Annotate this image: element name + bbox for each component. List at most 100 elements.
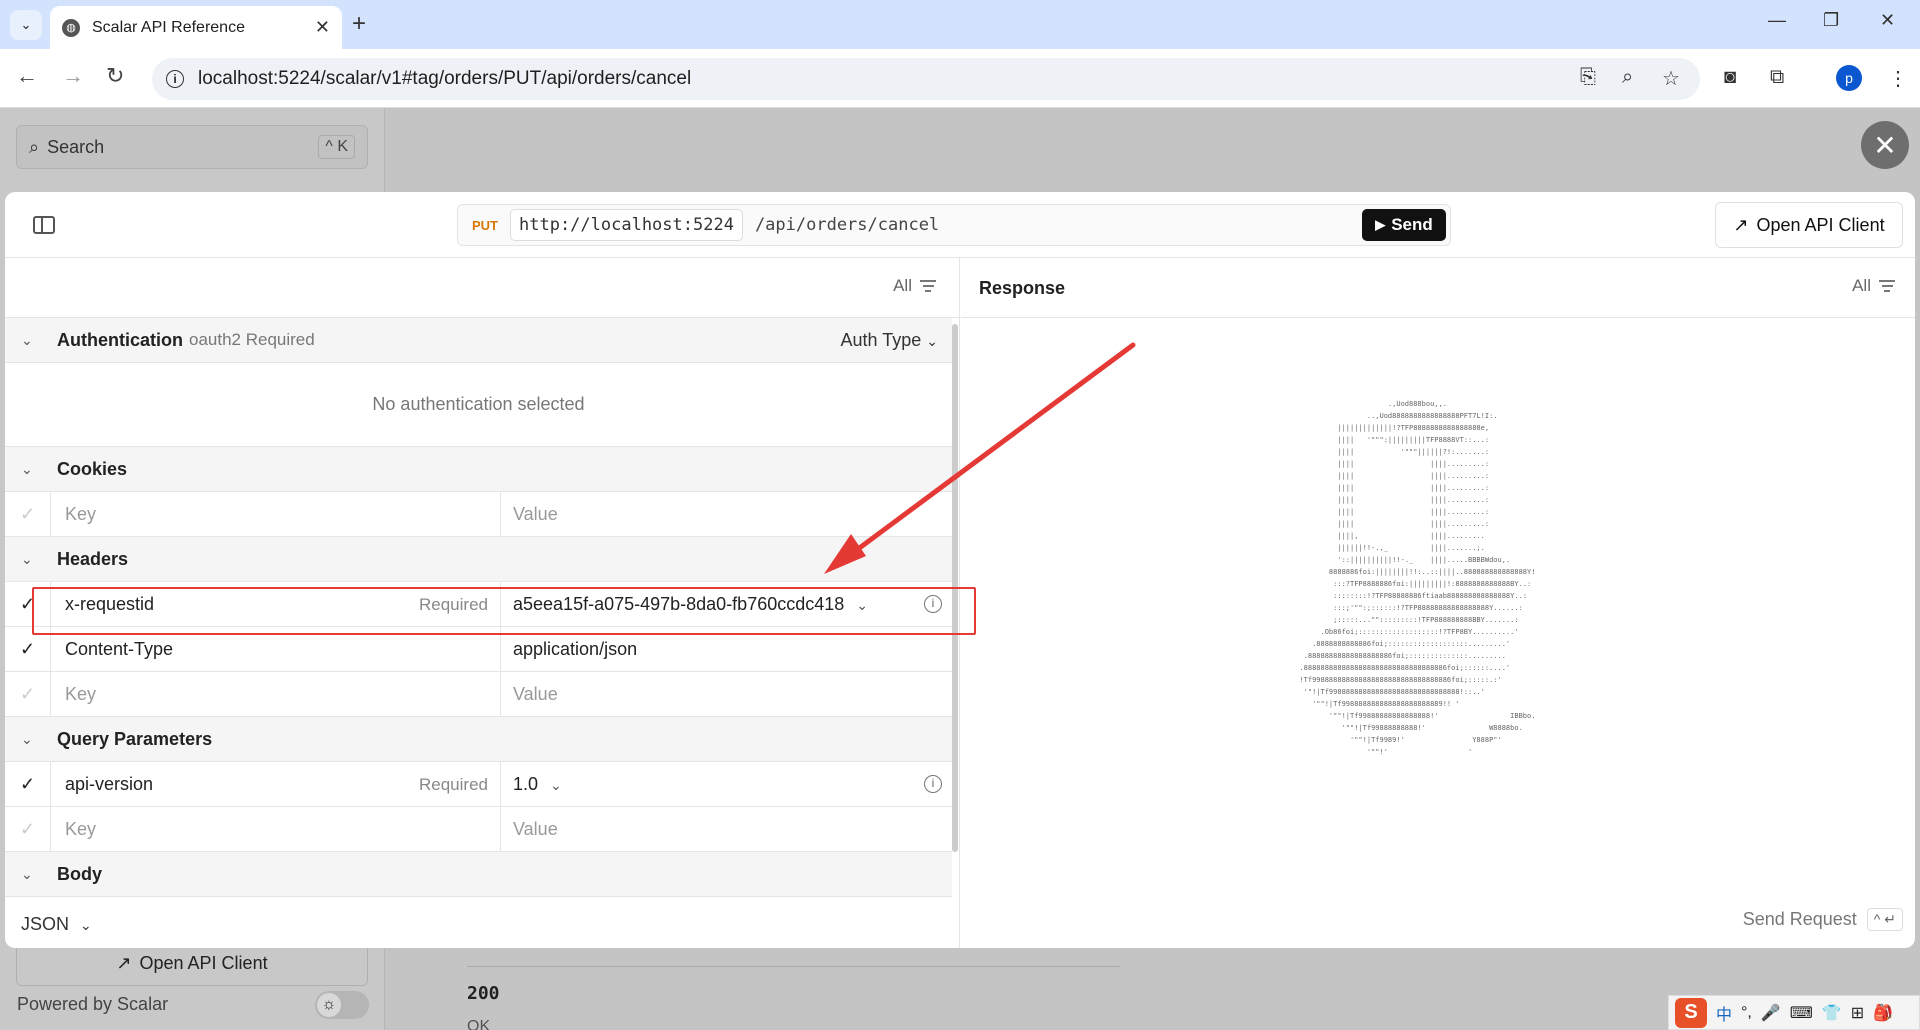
check-icon[interactable]: ✓ (5, 671, 51, 717)
request-path[interactable]: /api/orders/cancel (755, 215, 939, 235)
info-icon[interactable]: i (924, 774, 942, 793)
check-icon[interactable]: ✓ (5, 491, 51, 537)
window-close-icon[interactable]: ✕ (1880, 10, 1895, 31)
sidebar-search[interactable]: ⌕ Search ^ K (16, 125, 368, 169)
forward-icon[interactable]: → (62, 63, 84, 89)
site-info-icon[interactable]: i (166, 70, 184, 88)
body-format-select[interactable]: JSON ⌄ (21, 914, 92, 935)
search-icon: ⌕ (29, 136, 40, 157)
status-code: 200 (467, 983, 500, 1004)
section-query-parameters[interactable]: ⌄ Query Parameters (5, 717, 952, 762)
ime-toolbar: S 中 °, 🎤 ⌨ 👕 ⊞ 🎒 (1668, 995, 1920, 1030)
powered-by[interactable]: Powered by Scalar (17, 994, 168, 1015)
chevron-down-icon: ⌄ (926, 332, 938, 349)
response-header: Response All (961, 258, 1915, 318)
filter-label: All (1852, 276, 1871, 295)
sogou-logo-icon[interactable]: S (1675, 997, 1707, 1028)
section-headers[interactable]: ⌄ Headers (5, 537, 952, 582)
search-shortcut: ^ K (318, 135, 355, 159)
extension-icon[interactable]: ◙ (1724, 66, 1736, 89)
send-button[interactable]: ▶ Send (1362, 209, 1446, 241)
ime-chinese-mode[interactable]: 中 (1716, 1001, 1732, 1025)
chevron-down-icon[interactable]: ⌄ (550, 777, 562, 793)
translate-icon[interactable]: ⎘ (1580, 66, 1596, 89)
header-row-empty: ✓ Key Value (5, 671, 952, 717)
query-key-text: api-version (65, 773, 154, 794)
play-icon: ▶ (1375, 217, 1386, 232)
header-value-input[interactable]: Value (501, 672, 952, 717)
sun-icon: ☼ (317, 993, 341, 1017)
chevron-down-icon: ⌄ (21, 865, 33, 882)
query-value-text: 1.0 (513, 773, 539, 794)
browser-tab[interactable]: ◍ Scalar API Reference ✕ (50, 6, 342, 49)
filter-icon (1879, 277, 1895, 295)
auth-type-dropdown[interactable]: Auth Type ⌄ (841, 330, 938, 351)
minimize-icon[interactable]: — (1768, 10, 1786, 31)
tab-search-menu-icon[interactable]: ⌄ (10, 10, 42, 40)
authentication-title: Authentication (57, 329, 183, 350)
chevron-down-icon: ⌄ (80, 917, 92, 933)
cookie-row-empty: ✓ Key Value (5, 491, 952, 537)
theme-toggle[interactable]: ☼ (315, 991, 369, 1019)
http-method[interactable]: PUT (472, 218, 498, 233)
divider (467, 966, 1120, 967)
body-title: Body (57, 863, 102, 884)
open-api-client-button[interactable]: ↗ Open API Client (1715, 202, 1903, 248)
cookie-key-input[interactable]: Key (51, 491, 501, 537)
header-key-input[interactable]: Key (51, 671, 501, 717)
no-auth-message: No authentication selected (5, 363, 952, 447)
sidebar-open-client-label: Open API Client (139, 952, 268, 973)
section-body[interactable]: ⌄ Body (5, 852, 952, 897)
sidebar-toggle-icon[interactable] (33, 216, 55, 234)
check-icon[interactable]: ✓ (5, 761, 51, 807)
microphone-icon[interactable]: 🎤 (1761, 1003, 1781, 1023)
ime-extra-icon[interactable]: 🎒 (1873, 1003, 1893, 1023)
search-placeholder: Search (47, 136, 105, 157)
reload-icon[interactable]: ↻ (106, 63, 124, 89)
tab-title: Scalar API Reference (92, 18, 245, 36)
request-filter[interactable]: All (893, 276, 936, 296)
chevron-down-icon: ⌄ (21, 460, 33, 477)
query-row-api-version: ✓ api-version Required 1.0 ⌄ i (5, 761, 952, 807)
keyboard-icon[interactable]: ⌨ (1790, 1003, 1813, 1023)
query-key-input[interactable]: Key (51, 806, 501, 852)
back-icon[interactable]: ← (16, 63, 38, 89)
url-text[interactable]: localhost:5224/scalar/v1#tag/orders/PUT/… (198, 68, 691, 90)
address-bar[interactable]: i localhost:5224/scalar/v1#tag/orders/PU… (152, 58, 1700, 100)
section-cookies[interactable]: ⌄ Cookies (5, 447, 952, 492)
new-tab-icon[interactable]: + (352, 10, 366, 38)
section-authentication[interactable]: ⌄ Authentication oauth2 Required Auth Ty… (5, 318, 952, 363)
check-icon[interactable]: ✓ (5, 806, 51, 852)
status-text: OK (467, 1018, 491, 1030)
query-key-input[interactable]: api-version Required (51, 761, 501, 807)
modal-close-button[interactable]: ✕ (1861, 121, 1909, 169)
api-client-modal: PUT http://localhost:5224 /api/orders/ca… (5, 192, 1915, 948)
extensions-puzzle-icon[interactable]: ⧉ (1770, 66, 1784, 89)
response-filter[interactable]: All (1852, 276, 1895, 296)
toolbox-icon[interactable]: ⊞ (1851, 1003, 1864, 1023)
query-value-input[interactable]: Value (501, 807, 952, 852)
request-address-bar: PUT http://localhost:5224 /api/orders/ca… (457, 204, 1451, 246)
send-request-hint[interactable]: Send Request ^ ↵ (1743, 908, 1903, 931)
query-value-select[interactable]: 1.0 ⌄ i (501, 762, 952, 807)
tab-close-icon[interactable]: ✕ (315, 17, 330, 38)
zoom-icon[interactable]: ⌕ (1622, 66, 1633, 89)
skin-icon[interactable]: 👕 (1822, 1003, 1842, 1023)
globe-icon: ◍ (62, 18, 80, 37)
response-title: Response (979, 278, 1066, 298)
restore-icon[interactable]: ❐ (1823, 10, 1839, 31)
filter-label: All (893, 276, 912, 295)
required-label: Required (419, 774, 488, 794)
browser-menu-icon[interactable]: ⋮ (1888, 66, 1908, 91)
open-api-client-label: Open API Client (1756, 214, 1885, 235)
cookies-title: Cookies (57, 458, 128, 479)
chevron-down-icon: ⌄ (21, 730, 33, 747)
ime-punctuation[interactable]: °, (1741, 1004, 1752, 1022)
cookie-value-input[interactable]: Value (501, 492, 952, 537)
server-url[interactable]: http://localhost:5224 (510, 209, 743, 241)
profile-avatar[interactable]: p (1836, 65, 1862, 91)
query-row-empty: ✓ Key Value (5, 806, 952, 852)
bookmark-star-icon[interactable]: ☆ (1662, 66, 1680, 91)
chevron-down-icon: ⌄ (21, 331, 33, 348)
headers-title: Headers (57, 548, 129, 569)
